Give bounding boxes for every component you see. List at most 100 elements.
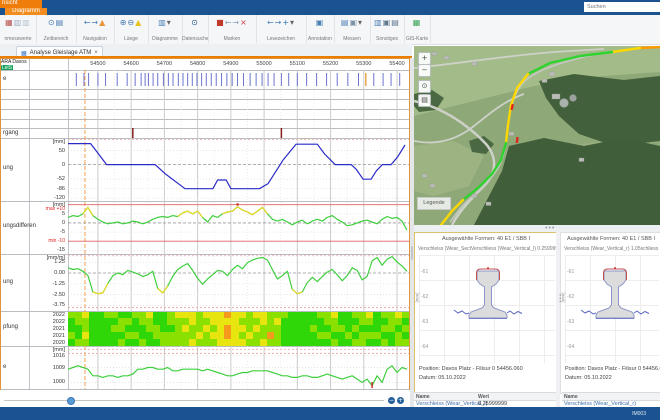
profile-subtitle: Verschleiss (Wear_Vertical_r) 1.05 xyxy=(564,246,641,252)
row-label: ung xyxy=(3,279,13,286)
heatmap-year-label: 2020 xyxy=(29,340,65,347)
rail-profile-panel-right[interactable]: Ausgewählte Formen: 40 E1 / SBB I Versch… xyxy=(560,232,660,394)
gis-map[interactable]: Legende +−⊙▤ xyxy=(414,46,660,225)
toolbar-icon[interactable]: ▲ xyxy=(135,18,142,27)
zoom-out-map-button[interactable]: − xyxy=(418,64,431,77)
toolbar-icon[interactable]: ▣ xyxy=(316,18,325,27)
data-series-exceed xyxy=(83,207,93,215)
gradient-chart[interactable] xyxy=(68,254,409,311)
toolbar-icon[interactable]: ▤ xyxy=(56,18,65,27)
axis-tick-label: 1009 xyxy=(29,365,65,372)
search-input[interactable] xyxy=(584,2,660,12)
status-bar: IM003 xyxy=(0,407,660,420)
row-label: e xyxy=(3,364,6,371)
profile-datum: Datum: 05.10.2022 xyxy=(565,375,612,382)
history-button[interactable]: ⊙ xyxy=(418,80,431,93)
axis-unit: [mm] xyxy=(29,139,65,146)
toolbar-group-label: Annotation xyxy=(306,36,334,42)
toolbar-icon[interactable]: ⊙ xyxy=(48,18,56,27)
slider-handle[interactable] xyxy=(67,397,75,405)
profile-y-tick: -63 xyxy=(421,319,428,325)
layers-button[interactable]: ▤ xyxy=(418,94,431,107)
axis-tick-label: -86 xyxy=(29,186,65,193)
zoom-in-button[interactable]: + xyxy=(397,397,404,404)
toolbar-icon[interactable]: ■ xyxy=(216,18,225,27)
heatmap-cell xyxy=(402,339,409,346)
table-header-row: Name Wert xyxy=(414,392,556,401)
title-bar: nsicht Diagramm xyxy=(0,0,660,15)
x-axis-label: 55200 xyxy=(316,61,346,68)
column-header: Wert xyxy=(478,394,489,400)
column-header: Name xyxy=(416,394,430,400)
toolbar-icon[interactable]: ▥ xyxy=(374,18,383,27)
axis-tick-label: 5 xyxy=(29,211,65,218)
axis-tick-label: -5 xyxy=(29,229,65,236)
toolbar-icon[interactable]: ▾ xyxy=(167,18,172,27)
toolbar-icon[interactable]: ▣ xyxy=(383,18,392,27)
toolbar-icon[interactable]: ⊖ xyxy=(127,18,135,27)
toolbar-icon[interactable]: ▥ xyxy=(14,18,23,27)
toolbar-icon[interactable]: ← xyxy=(267,18,275,27)
toolbar-icon[interactable]: ⊙ xyxy=(191,18,199,27)
data-series-exceed xyxy=(93,283,108,293)
ribbon-tab-diagramm[interactable]: Diagramm xyxy=(5,8,47,15)
axis-tick-label: 0 xyxy=(29,220,65,227)
toolbar-group-label: Diagramme xyxy=(148,36,182,42)
profile-header: Ausgewählte Formen: 40 E1 / SBB I xyxy=(561,236,660,243)
profile-subtitle-overlap: schliess (We xyxy=(641,246,660,252)
toolbar-icon[interactable]: ▦ xyxy=(413,18,422,27)
ribbon-toolbar: ▦▥▥nmesswerte⊙▤Zeitbereich←→▲Navigation⊕… xyxy=(0,15,660,45)
chart-panel[interactable]: 5450054600547005480054900550005510055200… xyxy=(0,58,410,390)
splitter-dots: ••• xyxy=(556,294,562,303)
toolbar-group-label: Sonstiges xyxy=(370,36,404,42)
horizontal-splitter[interactable]: ••• xyxy=(414,225,660,232)
column-header: Name xyxy=(564,394,578,400)
toolbar-group-giskarte: ▦GIS-Karte xyxy=(404,15,431,43)
toolbar-group-datensuche: ⊙Datensuche xyxy=(182,15,209,43)
profile-y-tick: -64 xyxy=(567,344,574,350)
toolbar-icon[interactable]: + xyxy=(282,18,290,27)
toolbar-icon[interactable]: ▥ xyxy=(158,18,167,27)
toolbar-icon[interactable]: ▥ xyxy=(22,18,31,27)
x-axis-label: 54800 xyxy=(183,61,213,68)
toolbar-group-diagramme: ▥▾ Diagramme xyxy=(148,15,183,43)
toolbar-group-nmesswerte: ▦▥▥nmesswerte xyxy=(0,15,37,43)
heatmap-year-label: 2021 xyxy=(29,333,65,340)
splitter-dots: ••• xyxy=(545,226,555,231)
peak-marker[interactable] xyxy=(237,203,239,205)
toolbar-icon[interactable]: → xyxy=(91,18,99,27)
profile-y-unit: [mm] xyxy=(415,293,420,303)
app-menu-tab[interactable]: nsicht xyxy=(0,0,42,8)
x-axis-label: 55100 xyxy=(282,61,312,68)
axis-tick-label: -1.25 xyxy=(29,281,65,288)
toolbar-icon[interactable]: ▾ xyxy=(358,18,363,27)
legend-button[interactable]: Legende xyxy=(417,197,451,210)
rail-profile-panel-left[interactable]: Ausgewählte Formen: 40 E1 / SBB I Versch… xyxy=(414,232,558,394)
toolbar-icon[interactable]: ▣ xyxy=(349,18,358,27)
data-series xyxy=(68,207,407,230)
cant-difference-chart[interactable] xyxy=(68,201,409,254)
toolbar-icon[interactable]: × xyxy=(240,18,248,27)
profile-y-tick: -61 xyxy=(567,269,574,275)
gauge-chart[interactable] xyxy=(68,346,409,389)
toolbar-group-label: Lesezeichen xyxy=(256,36,306,42)
axis-tick-label: 1000 xyxy=(29,379,65,386)
toolbar-icon[interactable]: ▲ xyxy=(99,18,106,27)
cant-chart[interactable] xyxy=(68,138,409,201)
toolbar-icon[interactable]: → xyxy=(232,18,240,27)
splitter-handle[interactable] xyxy=(411,246,413,260)
toolbar-icon[interactable]: ▦ xyxy=(5,18,14,27)
status-text: IM003 xyxy=(632,411,646,417)
tamping-heatmap[interactable] xyxy=(68,312,409,347)
toolbar-group-sonstiges: ▥▣▤ Sonstiges xyxy=(370,15,405,43)
profile-splitter[interactable]: ••• xyxy=(556,232,560,407)
axis-tick-label: 1016 xyxy=(29,353,65,360)
toolbar-icon[interactable]: ▤ xyxy=(391,18,400,27)
slider-track[interactable] xyxy=(4,400,384,401)
toolbar-icon[interactable]: ▾ xyxy=(290,18,295,27)
rail-profile-image xyxy=(450,265,526,323)
toolbar-group-label: Marken xyxy=(208,36,256,42)
row-label: rgang xyxy=(3,130,18,137)
zoom-out-button[interactable]: − xyxy=(388,397,395,404)
profile-subtitle: Verschleiss (Wear_Sect xyxy=(418,246,471,252)
